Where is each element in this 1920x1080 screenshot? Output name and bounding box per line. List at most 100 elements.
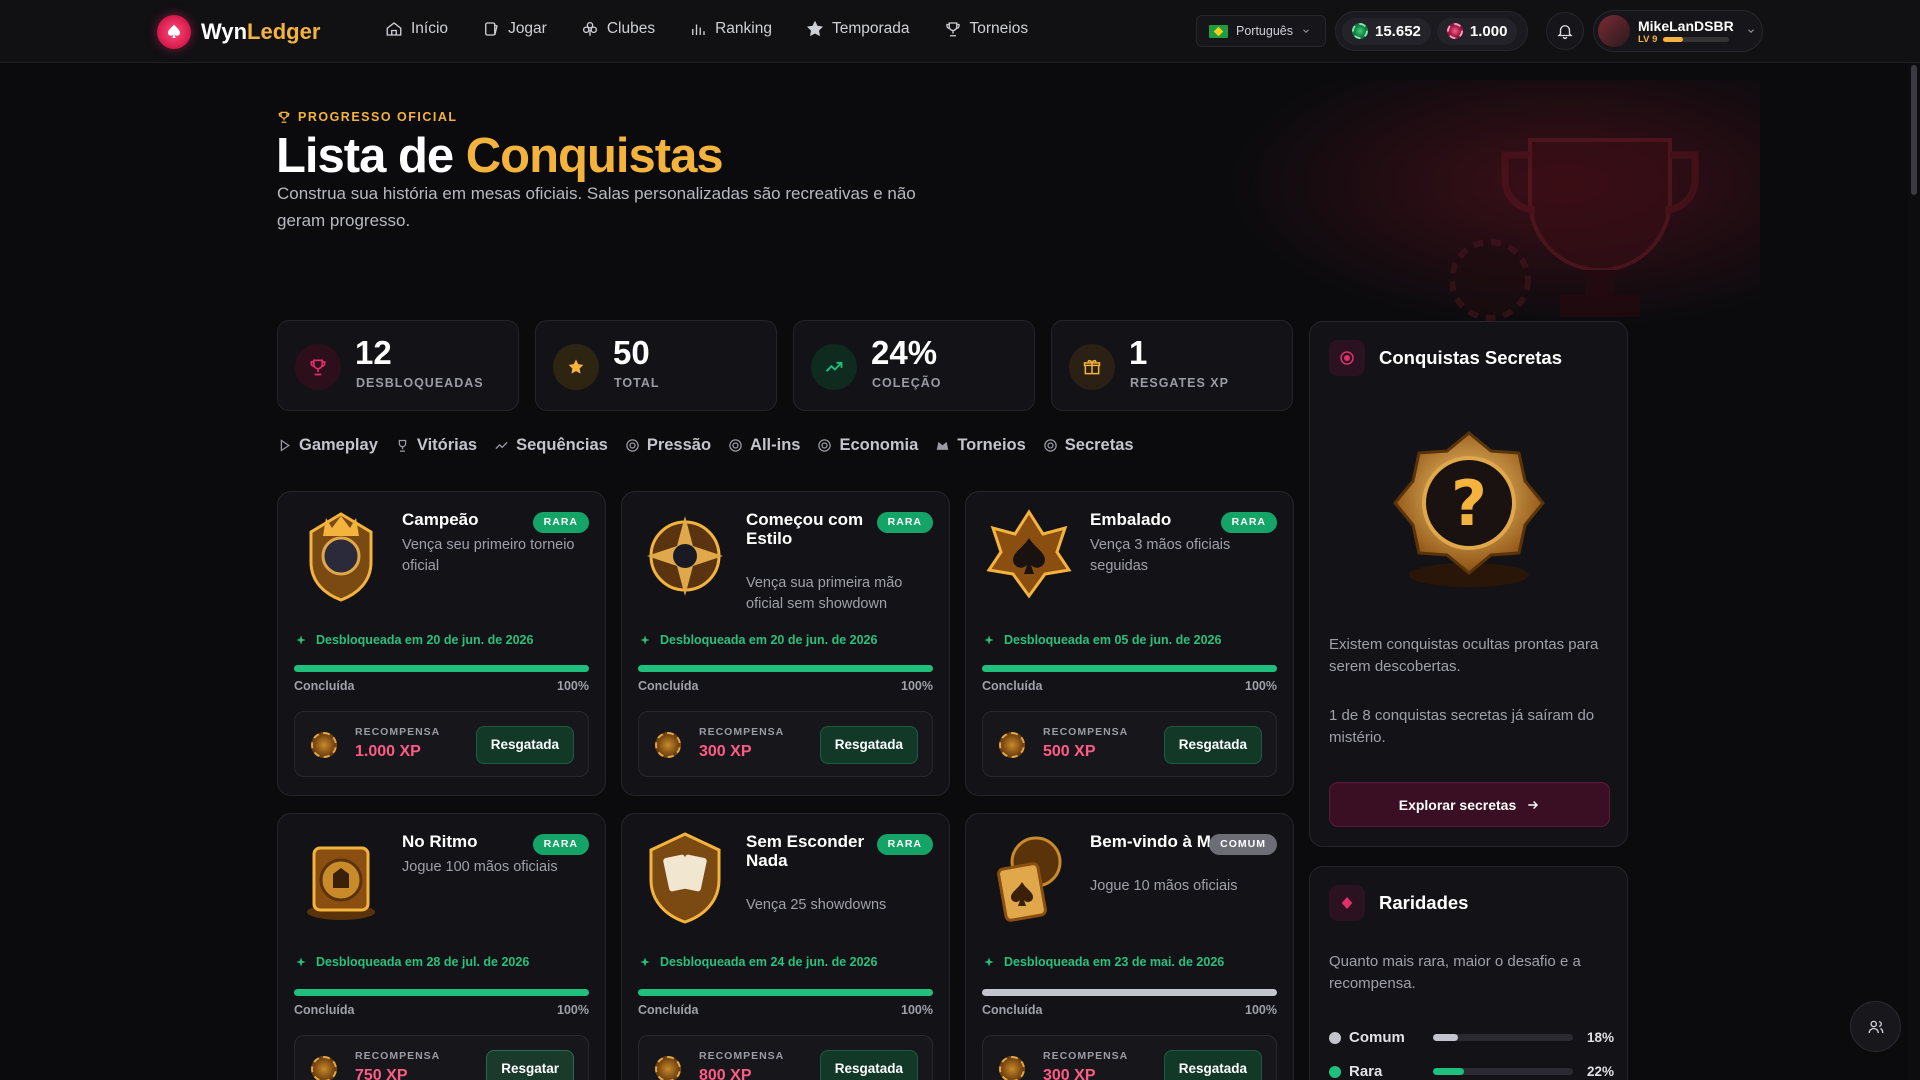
achievement-progress-bar bbox=[982, 665, 1277, 672]
sparkle-icon bbox=[984, 957, 994, 967]
cards-icon bbox=[485, 22, 498, 36]
page-kicker: PROGRESSO OFICIAL bbox=[277, 110, 458, 124]
nav-ranking[interactable]: Ranking bbox=[689, 20, 772, 38]
redeemed-button[interactable]: Resgatada bbox=[819, 726, 918, 764]
achievement-card[interactable]: Bem-vindo à Mesa COMUM Jogue 10 mãos ofici… bbox=[965, 813, 1294, 1080]
achievement-progress-bar bbox=[294, 989, 589, 996]
reward-label: RECOMPENSA bbox=[355, 726, 441, 738]
reward-label: RECOMPENSA bbox=[699, 1050, 785, 1062]
progress-status: Concluída bbox=[638, 679, 699, 693]
progress-percent: 100% bbox=[557, 1003, 589, 1017]
trophy-decoration-icon bbox=[1450, 138, 1699, 321]
achievement-description: Vença sua primeira mão oficial sem showd… bbox=[746, 575, 903, 612]
reward-box: RECOMPENSA 750 XP Resgatar bbox=[294, 1035, 589, 1080]
achievement-title: No Ritmo bbox=[402, 832, 478, 851]
chips-balance[interactable]: 15.652 bbox=[1342, 17, 1431, 45]
secret-panel-description: Existem conquistas ocultas prontas para … bbox=[1329, 636, 1599, 675]
tab-economia[interactable]: Economia bbox=[817, 436, 918, 455]
unlock-date: Desbloqueada em 28 de jul. de 2026 bbox=[294, 955, 529, 969]
trophy-icon bbox=[278, 111, 290, 123]
secret-target-icon bbox=[1329, 340, 1365, 376]
tab-sequencias[interactable]: Sequências bbox=[494, 436, 608, 455]
username: MikeLanDSBR bbox=[1638, 17, 1734, 34]
svg-text:?: ? bbox=[1451, 467, 1487, 540]
reward-box: RECOMPENSA 300 XP Resgatada bbox=[638, 711, 933, 777]
friends-button[interactable] bbox=[1850, 1001, 1901, 1052]
nav-temporada[interactable]: Temporada bbox=[806, 20, 910, 38]
progress-percent: 100% bbox=[557, 679, 589, 693]
achievement-title: Campeão bbox=[402, 510, 479, 529]
redeemed-button[interactable]: Resgatada bbox=[819, 1050, 918, 1080]
scrollbar[interactable] bbox=[1908, 63, 1920, 1080]
reward-box: RECOMPENSA 300 XP Resgatada bbox=[982, 1035, 1277, 1080]
tab-all-ins[interactable]: All-ins bbox=[728, 436, 800, 455]
xp-chip-icon bbox=[999, 732, 1025, 758]
redeemed-button[interactable]: Resgatada bbox=[475, 726, 574, 764]
reward-value: 750 XP bbox=[355, 1067, 408, 1080]
sparkle-icon bbox=[640, 957, 650, 967]
achievement-card[interactable]: No Ritmo RARA Jogue 100 mãos oficiais Desbl… bbox=[277, 813, 606, 1080]
page-subtitle: Construa sua história em mesas oficiais.… bbox=[277, 184, 916, 230]
secret-achievements-panel: Conquistas Secretas ? Existem conquistas… bbox=[1309, 321, 1628, 847]
achievement-title: Embalado bbox=[1090, 510, 1172, 529]
brand-logo[interactable]: WynLedger bbox=[157, 15, 320, 49]
club-icon bbox=[582, 21, 597, 36]
main-nav: Início Jogar Clubes Ranking Temporada To… bbox=[385, 20, 1028, 38]
rarity-bar-fill bbox=[1433, 1068, 1464, 1075]
user-menu[interactable]: MikeLanDSBR LV 9 bbox=[1593, 10, 1763, 52]
progress-percent: 100% bbox=[901, 1003, 933, 1017]
secret-icon bbox=[1044, 439, 1057, 452]
redeemed-button[interactable]: Resgatada bbox=[1163, 726, 1262, 764]
sparkle-icon bbox=[640, 635, 650, 645]
trend-up-icon bbox=[811, 344, 857, 390]
nav-torneios[interactable]: Torneios bbox=[944, 20, 1028, 38]
achievement-card[interactable]: Começou com Estilo RARA Vença sua primeira… bbox=[621, 491, 950, 796]
nav-inicio[interactable]: Início bbox=[385, 20, 448, 38]
chevron-down-icon bbox=[1747, 29, 1754, 33]
reward-value: 800 XP bbox=[699, 1067, 752, 1080]
progress-percent: 100% bbox=[901, 679, 933, 693]
redeemed-button[interactable]: Resgatada bbox=[1163, 1050, 1262, 1080]
tab-secretas[interactable]: Secretas bbox=[1043, 436, 1134, 455]
stat-unlocked: 12 DESBLOQUEADAS bbox=[277, 320, 519, 411]
level-indicator: LV 9 bbox=[1638, 34, 1734, 45]
achievement-card[interactable]: Embalado RARA Vença 3 mãos oficiais seguid… bbox=[965, 491, 1294, 796]
crown-icon bbox=[937, 441, 949, 450]
achievement-card[interactable]: Campeão RARA Vença seu primeiro torneio of… bbox=[277, 491, 606, 796]
top-navigation-bar: WynLedger Início Jogar Clubes Ranking Te… bbox=[0, 0, 1920, 63]
home-icon bbox=[386, 22, 402, 36]
achievement-medal-icon bbox=[986, 509, 1072, 599]
brazil-flag-icon bbox=[1209, 24, 1228, 38]
sparkle-icon bbox=[296, 635, 306, 645]
nav-clubes[interactable]: Clubes bbox=[581, 20, 655, 38]
redeem-button[interactable]: Resgatar bbox=[486, 1050, 574, 1080]
achievement-card[interactable]: Sem Esconder Nada RARA Vença 25 showdowns D… bbox=[621, 813, 950, 1080]
target-icon bbox=[626, 439, 639, 452]
achievement-medal-icon bbox=[307, 846, 375, 920]
explore-secrets-button[interactable]: Explorar secretas bbox=[1329, 782, 1610, 827]
rarity-bar bbox=[1433, 1068, 1573, 1075]
users-icon bbox=[1868, 1020, 1883, 1033]
tab-torneios[interactable]: Torneios bbox=[935, 436, 1026, 455]
tab-pressao[interactable]: Pressão bbox=[625, 436, 711, 455]
tab-gameplay[interactable]: Gameplay bbox=[277, 436, 378, 455]
rarities-description: Quanto mais rara, maior o desafio e a re… bbox=[1329, 953, 1581, 992]
rarities-header: Raridades bbox=[1329, 885, 1468, 921]
unlock-date: Desbloqueada em 20 de jun. de 2026 bbox=[294, 633, 533, 647]
progress-status: Concluída bbox=[982, 679, 1043, 693]
achievement-progress-bar bbox=[294, 665, 589, 672]
notifications-button[interactable] bbox=[1546, 12, 1584, 50]
reward-box: RECOMPENSA 1.000 XP Resgatada bbox=[294, 711, 589, 777]
progress-percent: 100% bbox=[1245, 679, 1277, 693]
xp-chip-icon bbox=[311, 732, 337, 758]
gems-balance[interactable]: 1.000 bbox=[1436, 17, 1518, 45]
language-select[interactable]: Português bbox=[1196, 15, 1326, 47]
secret-panel-header: Conquistas Secretas bbox=[1329, 340, 1562, 376]
rarity-dot bbox=[1329, 1065, 1341, 1078]
tab-vitorias[interactable]: Vitórias bbox=[395, 436, 477, 455]
bell-icon bbox=[1557, 25, 1573, 40]
scrollbar-thumb[interactable] bbox=[1911, 65, 1917, 195]
achievement-title: Começou com Estilo bbox=[746, 510, 864, 548]
nav-jogar[interactable]: Jogar bbox=[482, 20, 547, 38]
play-icon bbox=[280, 439, 291, 452]
